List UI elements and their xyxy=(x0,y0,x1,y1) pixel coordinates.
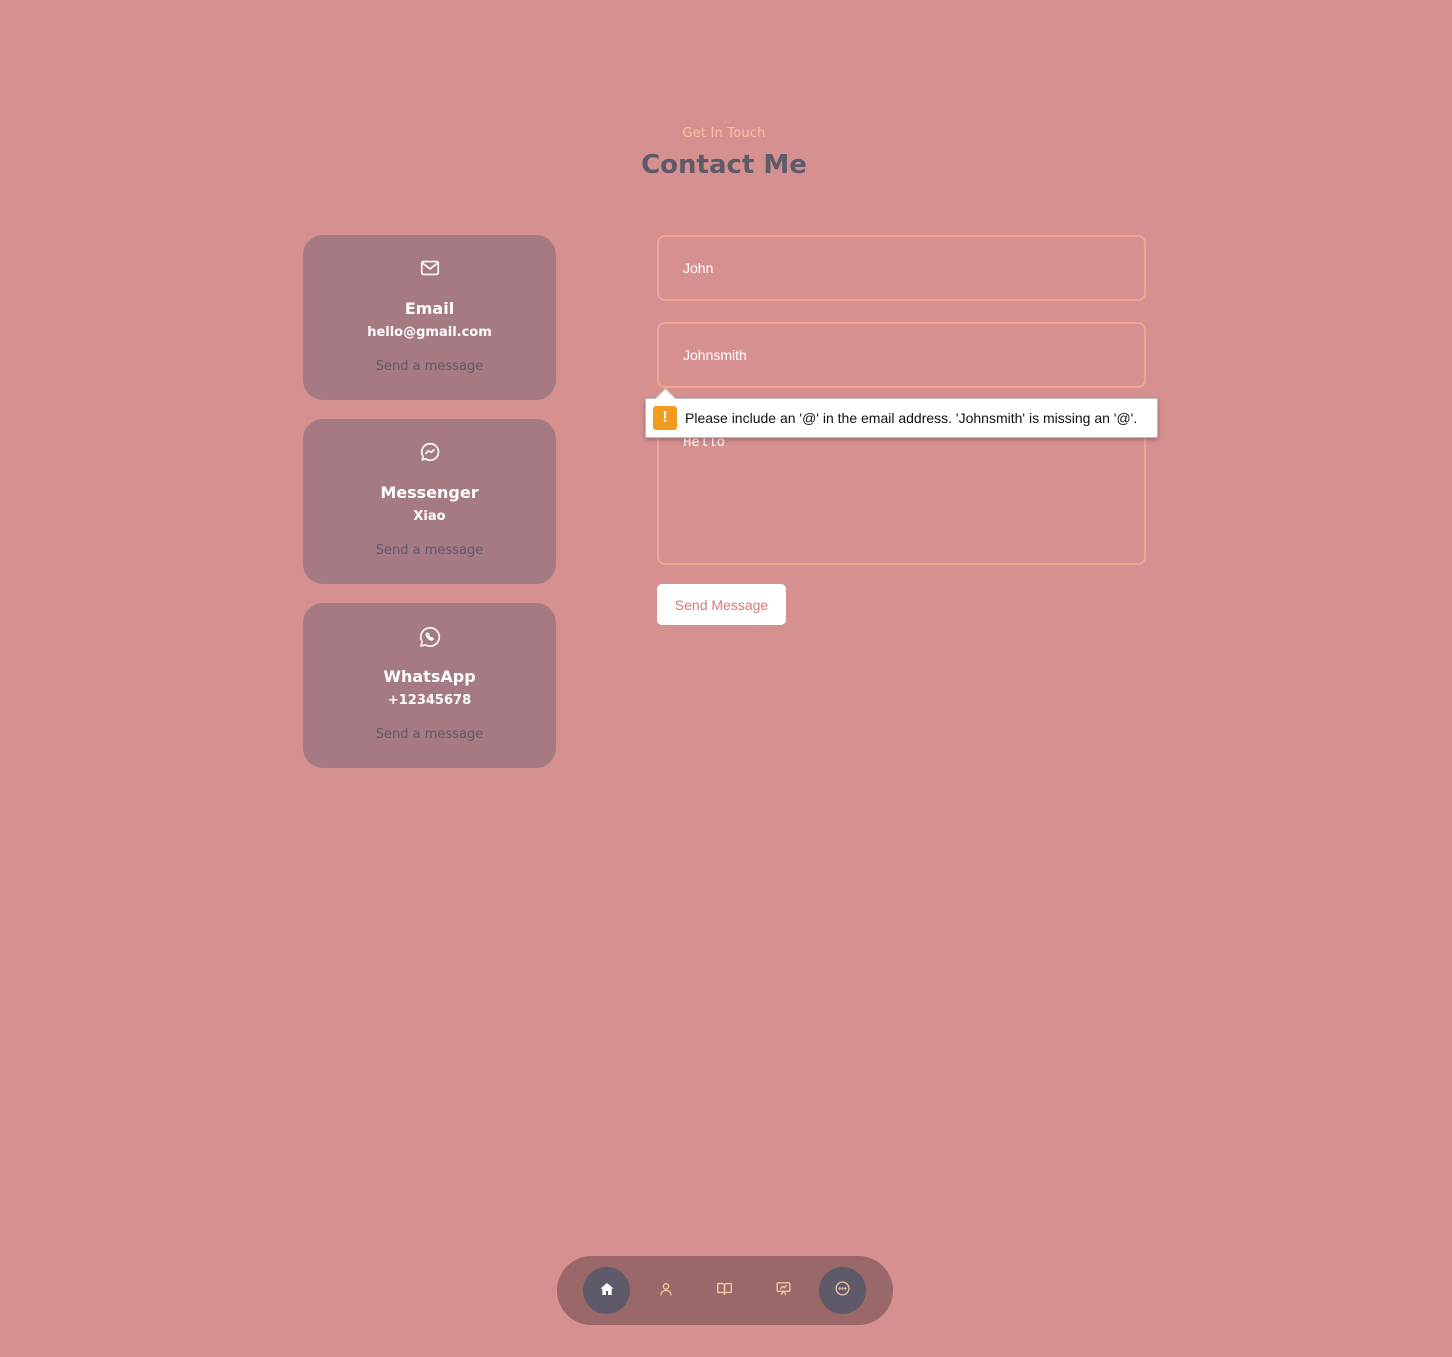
chat-icon xyxy=(834,1280,851,1301)
email-card: Email hello@gmail.com Send a message xyxy=(303,235,556,400)
messenger-icon xyxy=(303,441,556,465)
validation-tooltip: ! Please include an '@' in the email add… xyxy=(645,387,1158,438)
nav-home[interactable] xyxy=(583,1267,630,1314)
mail-icon xyxy=(303,257,556,281)
home-icon xyxy=(599,1281,615,1301)
whatsapp-card: WhatsApp +12345678 Send a message xyxy=(303,603,556,768)
email-input[interactable] xyxy=(657,322,1146,388)
whatsapp-send-link[interactable]: Send a message xyxy=(303,727,556,742)
section-subtitle: Get In Touch xyxy=(682,126,766,141)
bottom-nav xyxy=(557,1256,893,1325)
messenger-card: Messenger Xiao Send a message xyxy=(303,419,556,584)
email-card-label: Email xyxy=(404,299,455,318)
nav-contact[interactable] xyxy=(819,1267,866,1314)
whatsapp-card-label: WhatsApp xyxy=(383,667,476,686)
send-message-button[interactable]: Send Message xyxy=(657,584,786,625)
nav-experience[interactable] xyxy=(701,1267,748,1314)
nav-about[interactable] xyxy=(642,1267,689,1314)
warning-icon: ! xyxy=(653,406,677,430)
user-icon xyxy=(658,1281,674,1301)
email-card-value: hello@gmail.com xyxy=(367,325,492,340)
whatsapp-card-value: +12345678 xyxy=(387,693,472,708)
nav-portfolio[interactable] xyxy=(760,1267,807,1314)
name-input[interactable] xyxy=(657,235,1146,301)
messenger-card-label: Messenger xyxy=(380,483,479,502)
whatsapp-icon xyxy=(303,625,556,649)
presentation-icon xyxy=(775,1280,792,1301)
email-send-link[interactable]: Send a message xyxy=(303,359,556,374)
messenger-card-value: Xiao xyxy=(413,509,446,524)
messenger-send-link[interactable]: Send a message xyxy=(303,543,556,558)
validation-message: Please include an '@' in the email addre… xyxy=(685,410,1138,426)
page-title: Contact Me xyxy=(641,150,807,180)
book-icon xyxy=(716,1280,733,1301)
